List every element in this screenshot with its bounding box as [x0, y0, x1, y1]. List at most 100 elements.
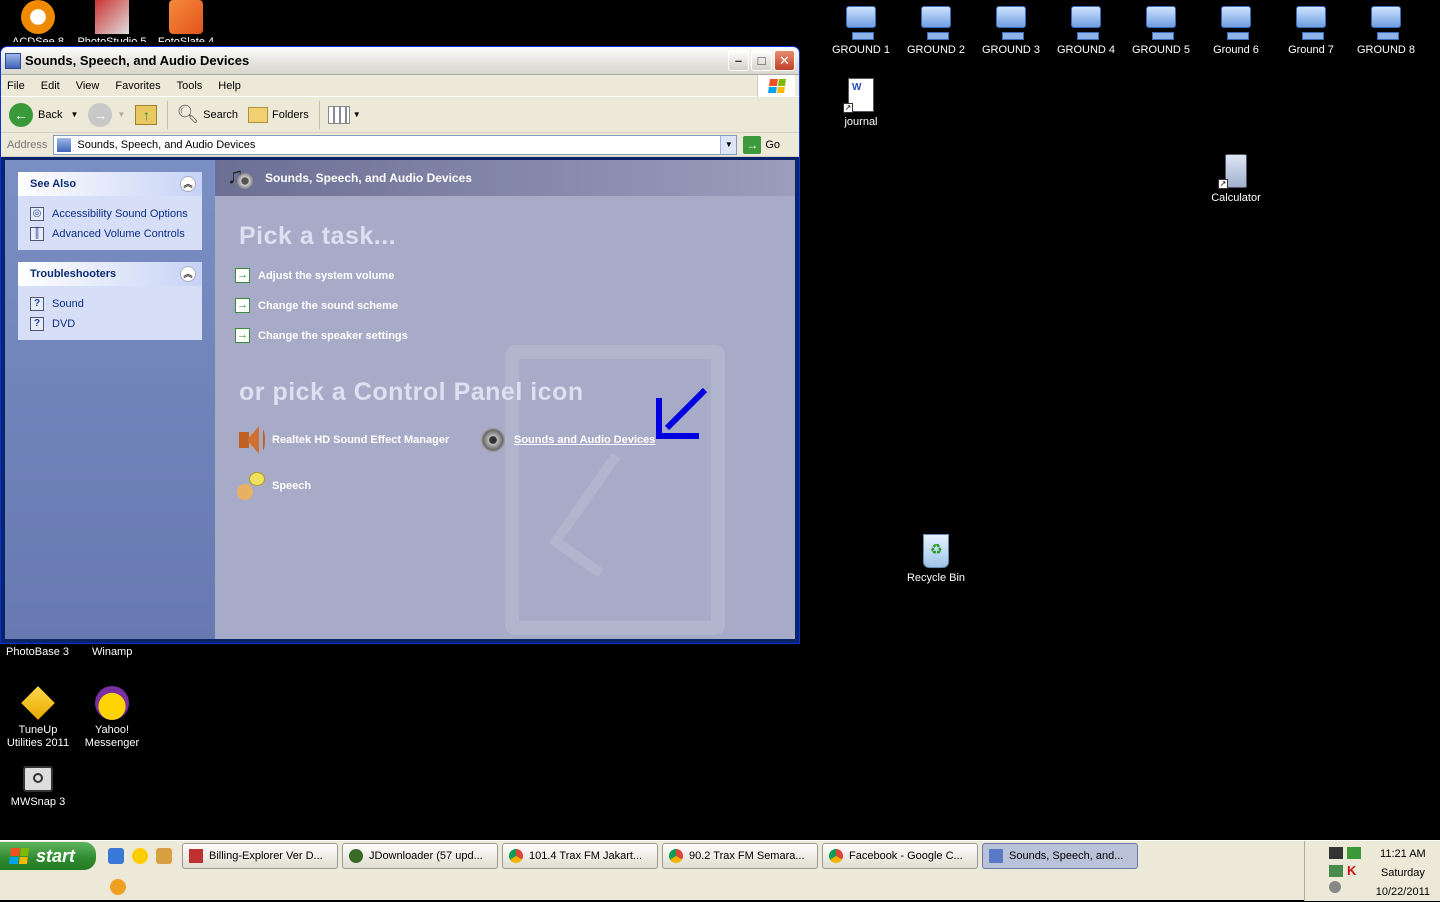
ground-5-icon[interactable]: GROUND 5	[1123, 4, 1199, 57]
speech-item[interactable]: Speech	[235, 470, 311, 502]
taskbar-button-facebook[interactable]: Facebook - Google C...	[822, 843, 978, 869]
control-panel-window: Sounds, Speech, and Audio Devices – □ ✕ …	[0, 46, 800, 644]
go-arrow-icon: →	[743, 135, 762, 154]
minimize-button[interactable]: –	[728, 50, 749, 71]
maximize-button[interactable]: □	[751, 50, 772, 71]
tray-volume-icon[interactable]	[1329, 881, 1341, 893]
address-input[interactable]: Sounds, Speech, and Audio Devices ▼	[53, 134, 738, 155]
troubleshooters-header[interactable]: Troubleshooters ︽	[18, 262, 202, 286]
menu-help[interactable]: Help	[218, 80, 241, 92]
desktop-icon-label: Ground 6	[1213, 44, 1259, 56]
menu-file[interactable]: File	[7, 80, 25, 92]
start-button[interactable]: start	[0, 842, 96, 870]
ground-7-icon[interactable]: Ground 7	[1273, 4, 1349, 57]
acdsee-desktop-icon[interactable]: ACDSee 8	[0, 0, 76, 42]
search-icon: 🔍︎	[176, 104, 200, 124]
realtek-sound-manager-item[interactable]: Realtek HD Sound Effect Manager	[235, 424, 449, 456]
back-label: Back	[38, 108, 63, 121]
photobase-label[interactable]: PhotoBase 3	[6, 646, 69, 658]
help-icon: ?	[30, 297, 44, 311]
dvd-troubleshooter-link[interactable]: ? DVD	[30, 314, 190, 334]
taskbar-button-billing-explorer[interactable]: Billing-Explorer Ver D...	[182, 843, 338, 869]
tray-kaspersky-icon[interactable]: K	[1347, 863, 1356, 878]
computer-icon	[844, 6, 878, 40]
chrome-icon	[829, 849, 843, 863]
task-change-sound-scheme[interactable]: → Change the sound scheme	[235, 298, 398, 313]
collapse-icon[interactable]: ︽	[180, 176, 196, 192]
tray-camera-icon[interactable]	[1329, 847, 1343, 859]
menu-favorites[interactable]: Favorites	[115, 80, 160, 92]
go-button[interactable]: → Go	[743, 135, 780, 154]
address-bar: Address Sounds, Speech, and Audio Device…	[1, 133, 799, 157]
dropdown-arrow-icon[interactable]: ▼	[117, 110, 125, 119]
tuneup-desktop-icon[interactable]: TuneUp Utilities 2011	[0, 686, 76, 750]
photostudio-desktop-icon[interactable]: PhotoStudio 5	[74, 0, 150, 42]
quicklaunch-ie-icon[interactable]	[108, 848, 124, 864]
journal-desktop-icon[interactable]: W ↗ journal	[823, 78, 899, 129]
taskbar-button-trax-jakarta[interactable]: 101.4 Trax FM Jakart...	[502, 843, 658, 869]
accessibility-sound-options-link[interactable]: ◎ Accessibility Sound Options	[30, 204, 190, 224]
category-header: ♫ Sounds, Speech, and Audio Devices	[215, 160, 795, 196]
back-button[interactable]: ← Back ▼	[9, 102, 78, 127]
control-panel-icon	[57, 137, 72, 152]
cp-item-label: Realtek HD Sound Effect Manager	[272, 434, 450, 446]
camera-icon	[23, 766, 53, 792]
yahoo-messenger-desktop-icon[interactable]: Yahoo! Messenger	[74, 686, 150, 750]
menu-view[interactable]: View	[76, 80, 100, 92]
tray-network-icon[interactable]	[1347, 847, 1361, 859]
ground-8-icon[interactable]: GROUND 8	[1348, 4, 1424, 57]
search-button[interactable]: 🔍︎ Search	[176, 104, 238, 125]
taskbar-button-jdownloader[interactable]: JDownloader (57 upd...	[342, 843, 498, 869]
taskbar-button-trax-semarang[interactable]: 90.2 Trax FM Semara...	[662, 843, 818, 869]
control-panel-icon	[5, 52, 21, 69]
fotoslate-desktop-icon[interactable]: FotoSlate 4	[148, 0, 224, 42]
mwsnap-desktop-icon[interactable]: MWSnap 3	[0, 762, 76, 809]
cp-item-label: Speech	[272, 480, 312, 492]
clock[interactable]: 11:21 AM Saturday 10/22/2011	[1376, 845, 1430, 902]
forward-button[interactable]: → ▼	[88, 102, 125, 127]
menu-tools[interactable]: Tools	[177, 80, 203, 92]
quicklaunch-yahoo-icon[interactable]	[132, 848, 148, 864]
recycle-bin-desktop-icon[interactable]: ♻ Recycle Bin	[898, 534, 974, 585]
menu-bar: File Edit View Favorites Tools Help	[1, 75, 799, 97]
task-adjust-volume[interactable]: → Adjust the system volume	[235, 268, 394, 283]
sound-troubleshooter-link[interactable]: ? Sound	[30, 294, 190, 314]
advanced-volume-controls-link[interactable]: ║ Advanced Volume Controls	[30, 224, 190, 244]
ground-6-icon[interactable]: Ground 6	[1198, 4, 1274, 57]
ground-3-icon[interactable]: GROUND 3	[973, 4, 1049, 57]
sounds-and-audio-devices-item[interactable]: Sounds and Audio Devices	[477, 424, 655, 456]
ground-2-icon[interactable]: GROUND 2	[898, 4, 974, 57]
desktop-icon-label: TuneUp	[18, 724, 58, 736]
address-dropdown-icon[interactable]: ▼	[720, 135, 737, 154]
folders-button[interactable]: Folders	[248, 106, 309, 123]
dropdown-arrow-icon[interactable]: ▼	[70, 110, 78, 119]
see-also-header[interactable]: See Also ︽	[18, 172, 202, 196]
see-also-panel: See Also ︽ ◎ Accessibility Sound Options…	[18, 172, 202, 250]
views-icon	[327, 105, 350, 124]
dropdown-arrow-icon[interactable]: ▼	[353, 110, 361, 119]
close-button[interactable]: ✕	[774, 50, 795, 71]
up-folder-button[interactable]: ↑	[135, 104, 158, 125]
title-bar[interactable]: Sounds, Speech, and Audio Devices – □ ✕	[1, 47, 799, 75]
desktop-icon-label: ACDSee 8	[12, 36, 64, 42]
pick-task-heading: Pick a task...	[239, 222, 397, 250]
tray-monitor-icon[interactable]	[1329, 865, 1343, 877]
winamp-label[interactable]: Winamp	[92, 646, 132, 658]
chrome-icon	[509, 849, 523, 863]
taskbar-button-sounds[interactable]: Sounds, Speech, and...	[982, 843, 1138, 869]
link-label: DVD	[52, 318, 76, 330]
taskbar-button-label: 101.4 Trax FM Jakart...	[529, 850, 643, 862]
menu-edit[interactable]: Edit	[41, 80, 60, 92]
quicklaunch-tool-icon[interactable]	[156, 848, 172, 864]
troubleshooters-title: Troubleshooters	[30, 268, 117, 280]
ground-1-icon[interactable]: GROUND 1	[823, 4, 899, 57]
ground-4-icon[interactable]: GROUND 4	[1048, 4, 1124, 57]
collapse-icon[interactable]: ︽	[180, 266, 196, 282]
task-change-speaker-settings[interactable]: → Change the speaker settings	[235, 328, 408, 343]
tuneup-icon	[21, 686, 55, 720]
quicklaunch-orb-icon[interactable]	[110, 879, 126, 895]
toolbar: ← Back ▼ → ▼ ↑ 🔍︎ Search Folders ▼	[1, 97, 799, 133]
calculator-desktop-icon[interactable]: ↗ Calculator	[1198, 154, 1274, 205]
views-button[interactable]: ▼	[327, 105, 361, 124]
troubleshooters-panel: Troubleshooters ︽ ? Sound ? DVD	[18, 262, 202, 340]
